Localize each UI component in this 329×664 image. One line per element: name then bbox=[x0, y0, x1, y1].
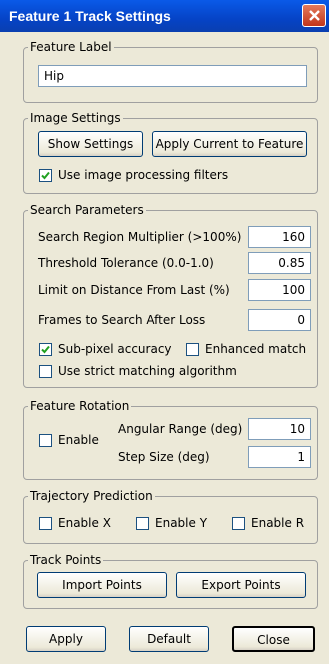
apply-current-to-feature-button[interactable]: Apply Current to Feature bbox=[152, 131, 307, 157]
search-parameters-legend: Search Parameters bbox=[30, 203, 144, 217]
apply-button[interactable]: Apply bbox=[26, 626, 106, 652]
search-region-multiplier-label: Search Region Multiplier (>100%) bbox=[38, 230, 242, 244]
step-size-input[interactable]: 1 bbox=[248, 446, 311, 468]
checkbox-box[interactable] bbox=[39, 433, 52, 447]
checkbox-box[interactable] bbox=[39, 168, 52, 182]
checkbox-box[interactable] bbox=[39, 342, 52, 356]
limit-distance-input[interactable]: 100 bbox=[248, 279, 311, 301]
feature-rotation-legend: Feature Rotation bbox=[30, 399, 130, 413]
enable-x-checkbox[interactable]: Enable X bbox=[39, 516, 111, 530]
enable-r-checkbox[interactable]: Enable R bbox=[232, 516, 304, 530]
enable-y-checkbox[interactable]: Enable Y bbox=[136, 516, 207, 530]
checkbox-box[interactable] bbox=[136, 516, 149, 530]
use-image-filters-checkbox[interactable]: Use image processing filters bbox=[39, 168, 228, 182]
use-image-filters-label: Use image processing filters bbox=[58, 168, 229, 182]
enhanced-match-label: Enhanced match bbox=[205, 342, 307, 356]
trajectory-prediction-legend: Trajectory Prediction bbox=[30, 489, 153, 503]
close-button[interactable]: Close bbox=[232, 626, 315, 652]
title-bar[interactable]: Feature 1 Track Settings bbox=[0, 0, 329, 32]
limit-distance-label: Limit on Distance From Last (%) bbox=[38, 283, 230, 297]
checkbox-box[interactable] bbox=[39, 516, 52, 530]
angular-range-input[interactable]: 10 bbox=[248, 418, 311, 440]
subpixel-accuracy-checkbox[interactable]: Sub-pixel accuracy bbox=[39, 342, 172, 356]
window-title: Feature 1 Track Settings bbox=[9, 8, 171, 24]
track-points-legend: Track Points bbox=[30, 553, 102, 567]
default-button[interactable]: Default bbox=[129, 626, 209, 652]
enable-y-label: Enable Y bbox=[155, 516, 208, 530]
strict-matching-label: Use strict matching algorithm bbox=[58, 364, 237, 378]
close-icon bbox=[309, 10, 320, 21]
feature-label-legend: Feature Label bbox=[30, 40, 112, 54]
enable-r-label: Enable R bbox=[251, 516, 305, 530]
frames-after-loss-label: Frames to Search After Loss bbox=[38, 313, 206, 327]
enable-x-label: Enable X bbox=[58, 516, 111, 530]
window-close-button[interactable] bbox=[302, 4, 326, 27]
export-points-button[interactable]: Export Points bbox=[176, 572, 306, 598]
show-settings-button[interactable]: Show Settings bbox=[38, 131, 143, 157]
search-region-multiplier-input[interactable]: 160 bbox=[248, 226, 311, 248]
enhanced-match-checkbox[interactable]: Enhanced match bbox=[186, 342, 306, 356]
strict-matching-checkbox[interactable]: Use strict matching algorithm bbox=[39, 364, 237, 378]
frames-after-loss-input[interactable]: 0 bbox=[248, 309, 311, 331]
check-icon bbox=[41, 171, 50, 179]
step-size-label: Step Size (deg) bbox=[118, 450, 210, 464]
checkbox-box[interactable] bbox=[232, 516, 245, 530]
checkbox-box[interactable] bbox=[186, 342, 199, 356]
threshold-tolerance-input[interactable]: 0.85 bbox=[248, 252, 311, 274]
rotation-enable-label: Enable bbox=[58, 433, 99, 447]
threshold-tolerance-label: Threshold Tolerance (0.0-1.0) bbox=[38, 256, 214, 270]
import-points-button[interactable]: Import Points bbox=[37, 572, 167, 598]
checkbox-box[interactable] bbox=[39, 364, 52, 378]
image-settings-legend: Image Settings bbox=[30, 111, 121, 125]
check-icon bbox=[41, 345, 50, 353]
feature-label-input[interactable]: Hip bbox=[38, 65, 307, 87]
subpixel-accuracy-label: Sub-pixel accuracy bbox=[58, 342, 172, 356]
angular-range-label: Angular Range (deg) bbox=[118, 422, 243, 436]
rotation-enable-checkbox[interactable]: Enable bbox=[39, 433, 99, 447]
